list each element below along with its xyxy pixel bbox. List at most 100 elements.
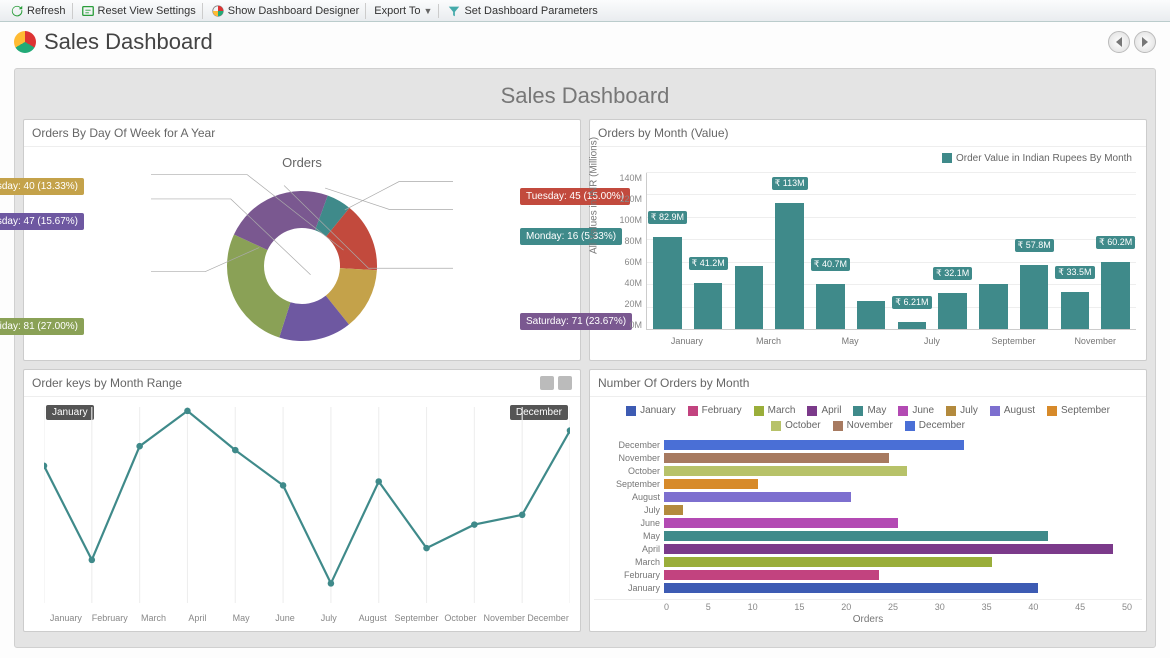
hxtick: 25 <box>888 602 898 612</box>
hbar-label: September <box>598 479 660 489</box>
hbar-row[interactable]: January <box>664 582 1132 594</box>
reset-icon <box>81 4 95 18</box>
ytick: 140M <box>612 173 642 183</box>
hlegend-item: March <box>754 405 796 416</box>
legend-swatch-icon <box>1047 406 1057 416</box>
chevron-down-icon: ▼ <box>424 6 433 16</box>
ytick: 100M <box>612 215 642 225</box>
bar-value-label: ₹ 41.2M <box>689 257 728 270</box>
hxtick: 45 <box>1075 602 1085 612</box>
bar-column[interactable]: ₹ 57.8M <box>1014 173 1055 329</box>
legend-swatch-icon <box>946 406 956 416</box>
refresh-label: Refresh <box>27 5 66 17</box>
line-xtick: March <box>132 613 176 623</box>
hbar-row[interactable]: November <box>664 452 1132 464</box>
export-button[interactable]: Export To ▼ <box>368 4 439 18</box>
hbar-row[interactable]: December <box>664 439 1132 451</box>
canvas-title: Sales Dashboard <box>23 77 1147 119</box>
bar-value-label: ₹ 40.7M <box>811 258 850 271</box>
hbar-row[interactable]: April <box>664 543 1132 555</box>
ytick: 40M <box>612 278 642 288</box>
settings-icon[interactable] <box>558 376 572 390</box>
donut-chart[interactable] <box>212 176 392 356</box>
legend-swatch-icon <box>905 421 915 431</box>
toolbar: Refresh Reset View Settings Show Dashboa… <box>0 0 1170 22</box>
hbar-label: January <box>598 583 660 593</box>
hbar-row[interactable]: August <box>664 491 1132 503</box>
bar-value-label: ₹ 60.2M <box>1096 236 1135 249</box>
bar-column[interactable]: ₹ 41.2M <box>688 173 729 329</box>
xtick: January <box>646 336 728 346</box>
xtick: March <box>728 336 810 346</box>
app-logo-icon <box>14 31 36 53</box>
hbar <box>664 492 851 502</box>
hbar-row[interactable]: May <box>664 530 1132 542</box>
bar-value-label: ₹ 33.5M <box>1055 266 1094 279</box>
hxtick: 15 <box>794 602 804 612</box>
hbar-label: March <box>598 557 660 567</box>
bar-column[interactable]: ₹ 113M <box>769 173 810 329</box>
line-xtick: July <box>307 613 351 623</box>
line-chart[interactable] <box>44 407 570 603</box>
line-xtick: October <box>439 613 483 623</box>
line-body: January December JanuaryFebruaryMarchApr… <box>24 397 580 631</box>
bar-value-label: ₹ 57.8M <box>1015 239 1054 252</box>
legend-swatch-icon <box>626 406 636 416</box>
bar-column[interactable]: ₹ 6.21M <box>892 173 933 329</box>
hlegend-item: April <box>807 405 841 416</box>
dashboard-canvas: Sales Dashboard Orders By Day Of Week fo… <box>14 68 1156 648</box>
nav-back-button[interactable] <box>1108 31 1130 53</box>
funnel-icon <box>447 4 461 18</box>
hbars-chart[interactable]: DecemberNovemberOctoberSeptemberAugustJu… <box>594 435 1142 599</box>
bar-column[interactable]: ₹ 40.7M <box>810 173 851 329</box>
bar-column[interactable] <box>729 173 770 329</box>
bar-column[interactable]: ₹ 60.2M <box>1095 173 1136 329</box>
hbar <box>664 583 1038 593</box>
hbar-row[interactable]: February <box>664 569 1132 581</box>
line-xtick: May <box>219 613 263 623</box>
hxtick: 35 <box>982 602 992 612</box>
bar-column[interactable]: ₹ 33.5M <box>1055 173 1096 329</box>
nav-buttons <box>1108 31 1156 53</box>
show-designer-button[interactable]: Show Dashboard Designer <box>205 3 366 19</box>
bar-column[interactable]: ₹ 32.1M <box>932 173 973 329</box>
dashboard-icon <box>211 4 225 18</box>
filter-icon[interactable] <box>540 376 554 390</box>
hbar <box>664 557 992 567</box>
panel-donut: Orders By Day Of Week for A Year Orders … <box>23 119 581 361</box>
reset-view-button[interactable]: Reset View Settings <box>75 3 203 19</box>
xtick: November <box>1054 336 1136 346</box>
line-xtick: November <box>482 613 526 623</box>
hbar-row[interactable]: June <box>664 517 1132 529</box>
hlegend-item: September <box>1047 405 1110 416</box>
bar-column[interactable] <box>973 173 1014 329</box>
hlegend-item: August <box>990 405 1035 416</box>
bar-column[interactable] <box>851 173 892 329</box>
bar-column[interactable]: ₹ 82.9M <box>647 173 688 329</box>
legend-swatch-icon <box>942 153 952 163</box>
hbar-label: October <box>598 466 660 476</box>
donut-slice[interactable] <box>227 234 290 337</box>
hbar-label: November <box>598 453 660 463</box>
bar-value-label: ₹ 6.21M <box>892 296 931 309</box>
hbar-row[interactable]: July <box>664 504 1132 516</box>
set-params-button[interactable]: Set Dashboard Parameters <box>441 3 603 19</box>
line-xlabels: JanuaryFebruaryMarchAprilMayJuneJulyAugu… <box>44 613 570 623</box>
legend-swatch-icon <box>807 406 817 416</box>
hbar-row[interactable]: September <box>664 478 1132 490</box>
bars-chart[interactable]: ₹ 82.9M₹ 41.2M ₹ 113M₹ 40.7M ₹ 6.21M₹ 32.1… <box>646 173 1136 330</box>
hbar <box>664 479 758 489</box>
hxtick: 40 <box>1028 602 1038 612</box>
refresh-icon <box>10 4 24 18</box>
hbar <box>664 570 879 580</box>
refresh-button[interactable]: Refresh <box>4 3 73 19</box>
show-designer-label: Show Dashboard Designer <box>228 5 359 17</box>
nav-forward-button[interactable] <box>1134 31 1156 53</box>
hbar-row[interactable]: October <box>664 465 1132 477</box>
donut-callout: Thursday: 47 (15.67%) <box>0 213 84 230</box>
hbar-label: June <box>598 518 660 528</box>
hbar-row[interactable]: March <box>664 556 1132 568</box>
hbar-label: July <box>598 505 660 515</box>
bars-legend: Order Value in Indian Rupees By Month <box>594 151 1142 166</box>
hbars-legend: JanuaryFebruaryMarchAprilMayJuneJulyAugu… <box>594 401 1142 435</box>
